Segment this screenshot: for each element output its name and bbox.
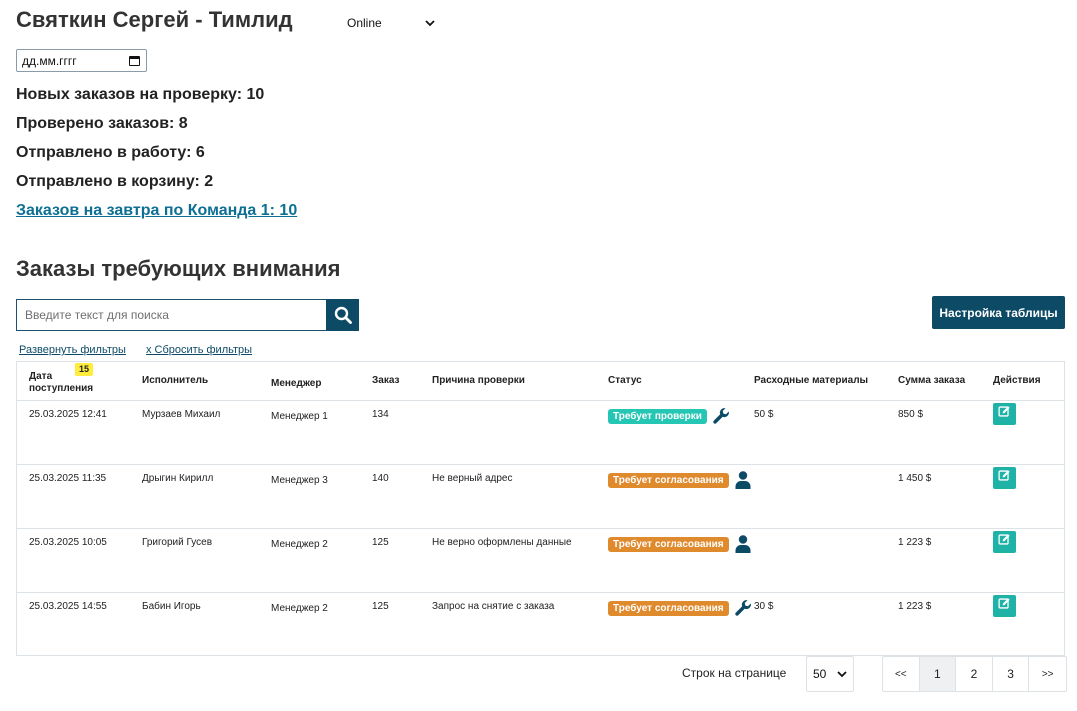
edit-icon [998,469,1011,487]
cell-order: 134 [372,409,389,420]
tomorrow-orders-link[interactable]: Заказов на завтра по Команда 1: 10 [16,202,297,220]
cell-sum: 850 $ [898,409,924,420]
chevron-down-icon [837,670,847,677]
header-status[interactable]: Статус [608,375,642,387]
search-bar: Введите текст для поиска [16,299,359,331]
page-button-2[interactable]: 2 [956,657,993,691]
cell-date: 25.03.2025 11:35 [29,473,107,484]
table-row: 25.03.2025 12:41 Мурзаев Михаил Менеджер 1… [17,401,1064,465]
table-settings-button[interactable]: Настройка таблицы [932,296,1065,329]
cell-order: 140 [372,473,389,484]
edit-icon [998,405,1011,423]
wrench-icon[interactable] [711,406,731,426]
cell-reason: Не верно оформлены данные [432,537,572,548]
cell-manager: Менеджер 3 [271,475,328,486]
table-header: 15 Дата поступления Исполнитель Менеджер… [17,362,1064,401]
section-title: Заказы требующих внимания [16,256,341,281]
status-badge: Требует согласования [608,537,729,552]
header-reason[interactable]: Причина проверки [432,375,525,387]
date-input-placeholder: дд.мм.гггг [22,53,77,68]
stat-to-trash: Отправлено в корзину: 2 [16,173,214,190]
status-badge: Требует проверки [608,409,707,424]
cell-materials: 30 $ [754,601,774,612]
search-icon [334,306,352,324]
cell-order: 125 [372,601,389,612]
date-input[interactable]: дд.мм.гггг [16,49,147,72]
header-manager[interactable]: Менеджер [271,378,321,390]
page-button-3[interactable]: 3 [993,657,1030,691]
cell-executor: Бабин Игорь [142,601,201,612]
stat-new-orders: Новых заказов на проверку: 10 [16,86,265,103]
table-row: 25.03.2025 14:55 Бабин Игорь Менеджер 2 125… [17,593,1064,657]
status-badge: Требует согласования [608,473,729,488]
chevron-down-icon [425,19,435,26]
header-order[interactable]: Заказ [372,375,400,387]
cell-sum: 1 223 $ [898,601,932,612]
cell-reason: Не верный адрес [432,473,513,484]
cell-materials: 50 $ [754,409,774,420]
reset-filters-link[interactable]: x Сбросить фильтры [146,344,252,356]
cell-executor: Дрыгин Кирилл [142,473,214,484]
table-row: 25.03.2025 10:05 Григорий Гусев Менеджер 2… [17,529,1064,593]
header-actions: Действия [993,375,1041,386]
header-materials[interactable]: Расходные материалы [754,375,868,387]
cell-manager: Менеджер 1 [271,411,328,422]
edit-icon [998,533,1011,551]
edit-button[interactable] [993,403,1016,425]
cell-sum: 1 223 $ [898,537,932,548]
cell-date: 25.03.2025 12:41 [29,409,107,420]
cell-sum: 1 450 $ [898,473,932,484]
user-icon[interactable] [733,534,753,554]
search-input[interactable]: Введите текст для поиска [16,299,326,331]
cell-manager: Менеджер 2 [271,603,328,614]
user-icon[interactable] [733,470,753,490]
cell-executor: Григорий Гусев [142,537,213,548]
stat-to-work: Отправлено в работу: 6 [16,144,205,161]
header-date[interactable]: Дата поступления [29,371,109,395]
search-button[interactable] [326,299,359,331]
status-select-value: Online [347,16,382,30]
cell-order: 125 [372,537,389,548]
cell-date: 25.03.2025 10:05 [29,537,107,548]
page-last-button[interactable]: >> [1029,657,1066,691]
rows-per-page-label: Строк на странице [682,666,787,680]
header-executor[interactable]: Исполнитель [142,375,208,387]
page-title: Святкин Сергей - Тимлид [16,7,293,32]
cell-reason: Запрос на снятие с заказа [432,601,555,612]
rows-per-page-value: 50 [813,667,827,681]
cell-manager: Менеджер 2 [271,539,328,550]
edit-button[interactable] [993,595,1016,617]
page-button-1[interactable]: 1 [919,657,957,691]
status-select[interactable]: Online [341,12,441,34]
edit-button[interactable] [993,531,1016,553]
cell-executor: Мурзаев Михаил [142,409,221,420]
orders-table: 15 Дата поступления Исполнитель Менеджер… [16,361,1065,656]
wrench-icon[interactable] [733,598,753,618]
expand-filters-link[interactable]: Развернуть фильтры [19,344,126,356]
page-first-button[interactable]: << [883,657,920,691]
edit-icon [998,597,1011,615]
cell-date: 25.03.2025 14:55 [29,601,107,612]
calendar-icon[interactable] [129,55,140,66]
pagination: << 1 2 3 >> [882,656,1067,692]
header-sum[interactable]: Сумма заказа [898,375,965,387]
edit-button[interactable] [993,467,1016,489]
rows-per-page-select[interactable]: 50 [806,656,854,692]
status-badge: Требует согласования [608,601,729,616]
table-row: 25.03.2025 11:35 Дрыгин Кирилл Менеджер 3 1… [17,465,1064,529]
stat-checked: Проверено заказов: 8 [16,115,188,132]
